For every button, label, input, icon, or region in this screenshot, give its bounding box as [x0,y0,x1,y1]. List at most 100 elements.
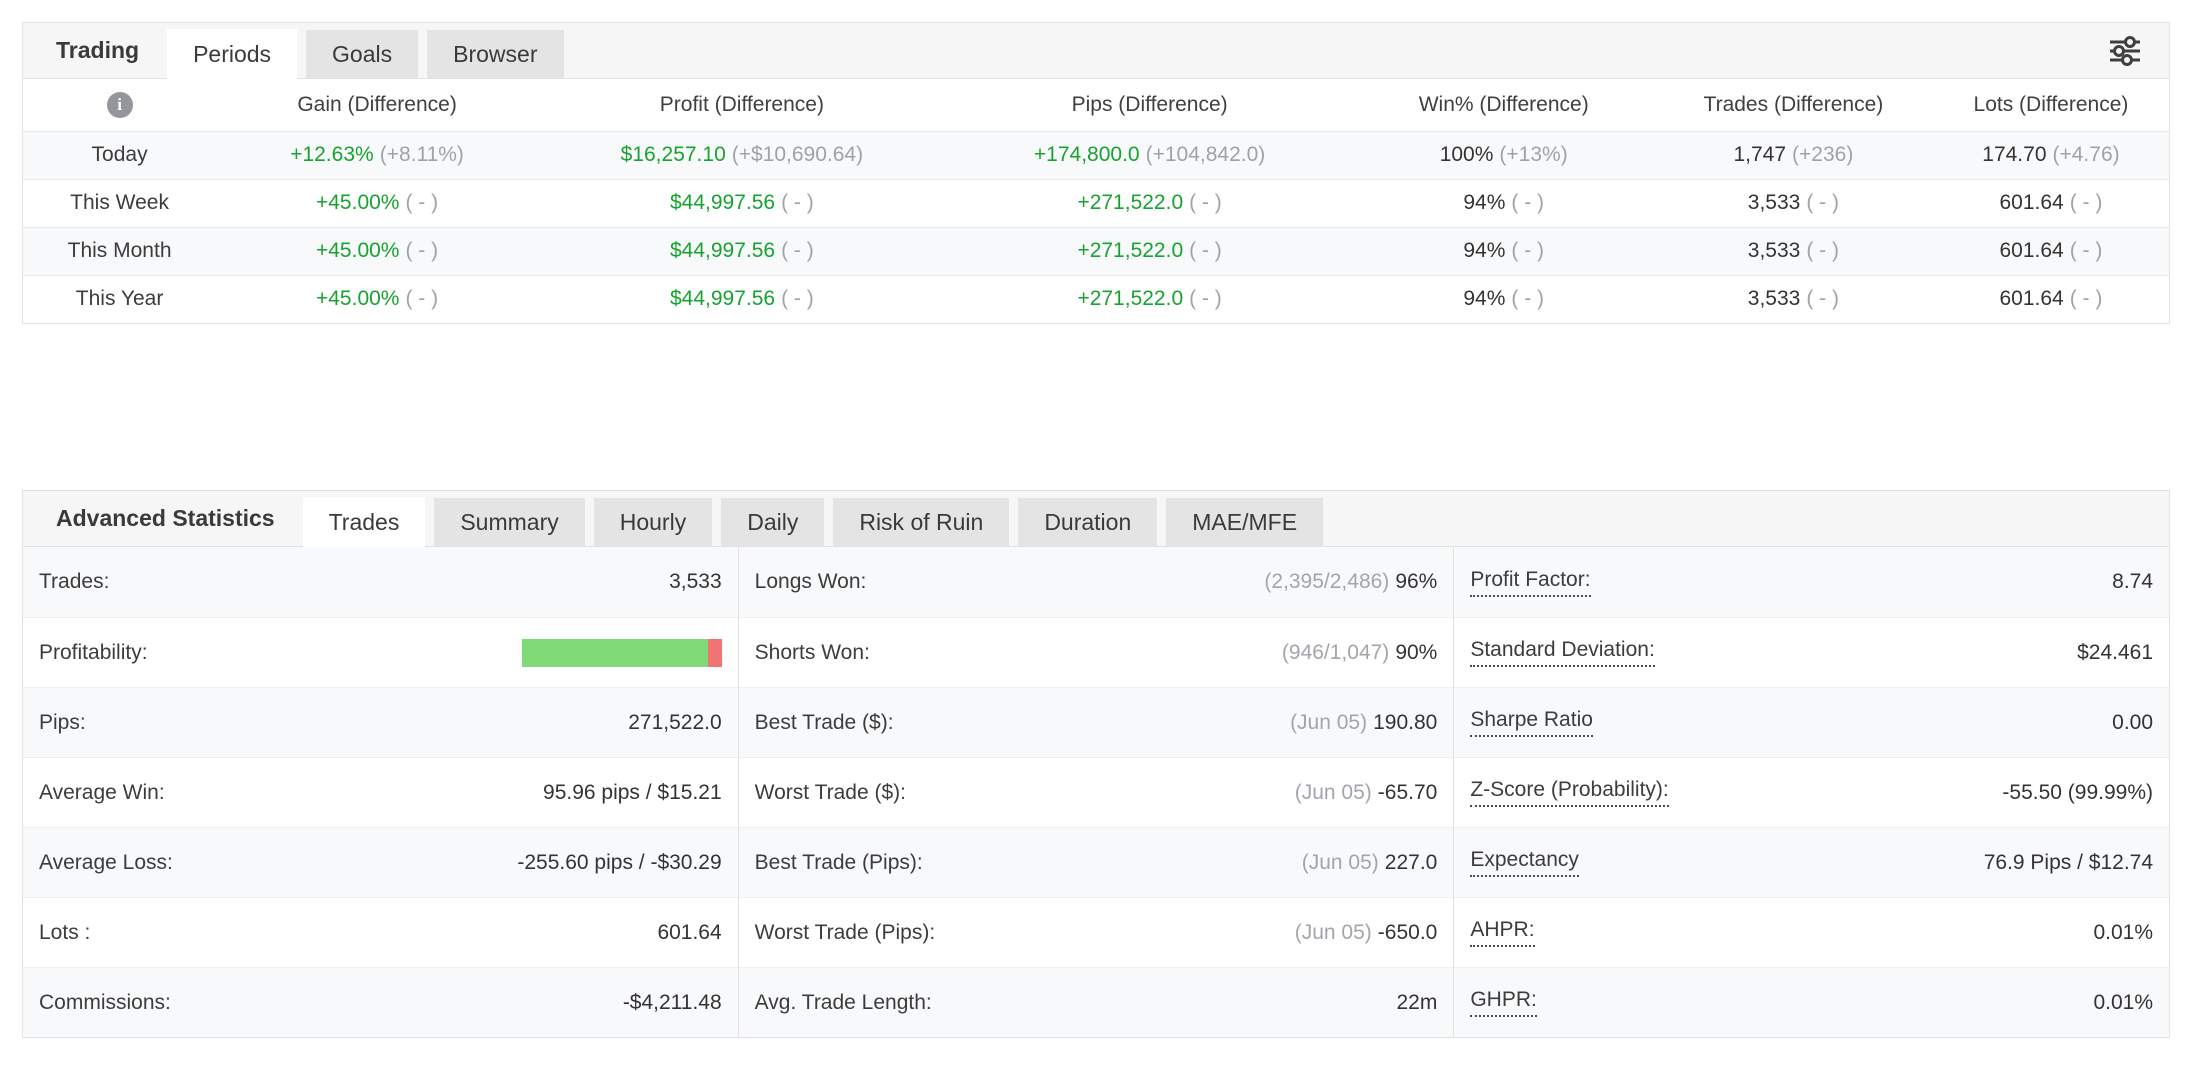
period-row-this-week: This Week +45.00%( - ) $44,997.56( - ) +… [23,179,2169,227]
stat-worst-trade-pips: Worst Trade (Pips): (Jun 05) -650.0 [738,897,1454,967]
pips-cell: +174,800.0 (+104,842.0) [946,131,1354,179]
stat-label: Trades: [39,570,110,593]
pips-diff: ( - ) [1189,287,1222,311]
stat-best-trade-pips: Best Trade (Pips): (Jun 05) 227.0 [738,827,1454,897]
period-label: This Week [70,191,169,214]
stat-value: 3,533 [669,570,722,593]
profit-diff: (+$10,690.64) [731,143,864,166]
tab-periods[interactable]: Periods [167,29,298,79]
tab-mae-mfe[interactable]: MAE/MFE [1166,498,1324,546]
profit-value: $44,997.56 [670,191,776,214]
pips-cell: +271,522.0( - ) [946,179,1354,227]
profit-value: $16,257.10 [620,143,726,166]
win-cell: 94%( - ) [1353,179,1653,227]
tab-trades[interactable]: Trades [302,497,426,547]
stat-avg-trade-length: Avg. Trade Length: 22m [738,967,1454,1037]
stats-grid: Trades: 3,533 Profitability: Pips: 271,5… [23,547,2170,1037]
stat-pips: Pips: 271,522.0 [23,687,738,757]
stat-average-loss: Average Loss: -255.60 pips / -$30.29 [23,827,738,897]
stat-label-tooltip[interactable]: Standard Deviation: [1470,638,1655,667]
stat-value-main: -650.0 [1377,920,1438,944]
stat-value: (Jun 05) -65.70 [1295,781,1438,805]
trades-cell: 3,533( - ) [1654,179,1933,227]
trading-tabbar: Trading Periods Goals Browser [23,23,2169,79]
lots-diff: ( - ) [2069,239,2103,262]
stat-value: (Jun 05) 190.80 [1290,711,1437,735]
stat-label-tooltip[interactable]: Sharpe Ratio [1470,708,1593,737]
pips-cell: +271,522.0( - ) [946,227,1354,275]
gain-cell: +45.00%( - ) [216,179,538,227]
stat-value-main: -65.70 [1377,780,1438,804]
win-diff: ( - ) [1511,287,1545,311]
pips-diff: ( - ) [1189,239,1222,262]
pips-diff: ( - ) [1189,191,1222,214]
info-icon[interactable]: i [106,91,133,118]
stat-value: (Jun 05) 227.0 [1302,851,1438,875]
stat-profitability: Profitability: [23,617,738,687]
gain-diff: (+8.11%) [379,143,464,166]
stat-value-detail: (2,395/2,486) [1264,570,1390,593]
lots-cell: 174.70 (+4.76) [1933,131,2169,179]
trades-diff: ( - ) [1806,287,1840,311]
filter-settings-icon[interactable] [2107,35,2143,67]
profit-cell: $44,997.56( - ) [538,275,946,323]
tab-browser[interactable]: Browser [427,30,564,78]
periods-header-row: i Gain (Difference) Profit (Difference) … [23,79,2169,131]
tab-summary[interactable]: Summary [434,498,585,546]
stat-value: 271,522.0 [628,710,722,734]
gain-value: +12.63% [290,143,374,166]
tab-duration[interactable]: Duration [1018,498,1158,546]
gain-cell: +12.63% (+8.11%) [216,131,538,179]
stat-value: -$4,211.48 [622,990,722,1014]
stat-z-score: Z-Score (Probability): -55.50 (99.99%) [1454,757,2170,827]
tab-risk-of-ruin[interactable]: Risk of Ruin [833,498,1010,546]
stat-value-detail: (946/1,047) [1281,640,1390,664]
gain-cell: +45.00%( - ) [216,227,538,275]
lots-cell: 601.64( - ) [1933,275,2169,323]
stat-label: Avg. Trade Length: [754,990,932,1014]
trades-value: 3,533 [1747,239,1801,262]
stat-value: -255.60 pips / -$30.29 [517,850,722,874]
win-value: 94% [1463,239,1506,262]
lots-value: 601.64 [1999,191,2064,214]
advanced-statistics-widget: Advanced Statistics Trades Summary Hourl… [22,490,2170,1038]
stat-value: -55.50 (99.99%) [2002,780,2154,804]
pips-diff: (+104,842.0) [1145,143,1266,166]
stat-label-tooltip[interactable]: AHPR: [1470,918,1535,947]
profit-cell: $44,997.56( - ) [538,179,946,227]
advanced-statistics-tabbar: Advanced Statistics Trades Summary Hourl… [23,491,2169,547]
win-value: 94% [1463,287,1506,311]
tab-hourly[interactable]: Hourly [593,498,713,546]
win-value: 94% [1463,191,1506,214]
win-cell: 94%( - ) [1353,227,1653,275]
tab-goals[interactable]: Goals [306,30,419,78]
pips-value: +174,800.0 [1033,143,1140,166]
period-label: This Year [75,287,164,311]
stats-column-1: Trades: 3,533 Profitability: Pips: 271,5… [23,547,738,1037]
stat-value: (2,395/2,486) 96% [1264,570,1437,594]
profit-cell: $44,997.56( - ) [538,227,946,275]
stat-lots: Lots : 601.64 [23,897,738,967]
period-row-today: Today +12.63% (+8.11%) $16,257.10 (+$10,69… [23,131,2169,179]
trades-diff: (+236) [1792,143,1854,166]
win-diff: ( - ) [1511,239,1545,262]
tab-daily[interactable]: Daily [721,498,825,546]
stat-label-tooltip[interactable]: Z-Score (Probability): [1470,778,1669,807]
stat-expectancy: Expectancy 76.9 Pips / $12.74 [1454,827,2170,897]
stat-standard-deviation: Standard Deviation: $24.461 [1454,617,2170,687]
trades-cell: 1,747 (+236) [1654,131,1933,179]
stat-shorts-won: Shorts Won: (946/1,047) 90% [738,617,1454,687]
period-label: Today [91,143,148,166]
stat-value: 22m [1390,991,1437,1015]
stat-label-tooltip[interactable]: Profit Factor: [1470,568,1591,597]
stat-label-tooltip[interactable]: Expectancy [1470,848,1579,877]
dashboard: Trading Periods Goals Browser i Gain (Di… [0,0,2192,1060]
stat-sharpe-ratio: Sharpe Ratio 0.00 [1454,687,2170,757]
stat-label: Pips: [39,710,86,734]
stat-value: (Jun 05) -650.0 [1295,921,1438,945]
trades-diff: ( - ) [1806,191,1840,214]
stat-label-tooltip[interactable]: GHPR: [1470,988,1537,1017]
pips-value: +271,522.0 [1077,239,1184,262]
lots-diff: ( - ) [2069,287,2103,311]
win-cell: 94%( - ) [1353,275,1653,323]
